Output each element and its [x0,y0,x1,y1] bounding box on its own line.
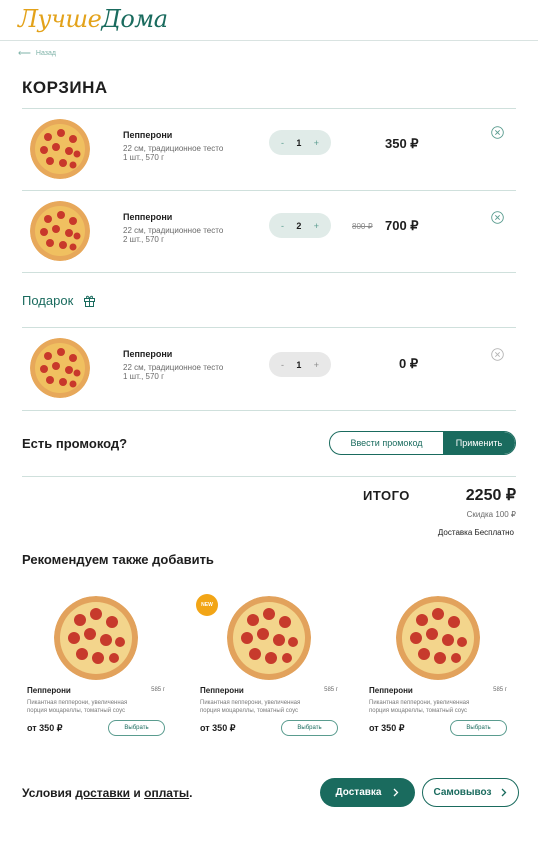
product-name: Пепперони [200,686,244,695]
divider [22,410,516,411]
item-price: 700 ₽ [385,218,419,233]
decrease-button[interactable]: - [281,360,284,370]
pizza-image [30,338,90,398]
decrease-button[interactable]: - [281,138,284,148]
item-meta: 2 шт., 570 г [123,235,165,244]
chevron-right-icon [502,788,507,797]
choose-button[interactable]: Выбрать [108,720,165,736]
pizza-image [54,596,138,680]
gift-icon [84,295,96,307]
quantity-stepper: - 1 + [269,352,331,377]
item-meta: 1 шт., 570 г [123,153,165,162]
product-desc: Пикантная пепперони, увеличенная порция … [369,700,470,714]
product-name: Пепперони [27,686,71,695]
quantity-stepper: - 1 + [269,130,331,155]
total-label: ИТОГО [363,488,410,503]
logo-part2: Дома [101,5,168,33]
back-link[interactable]: ⟵ Назад [18,48,56,59]
pickup-button-label: Самовывоз [433,787,492,798]
item-name: Пепперони [123,349,173,359]
quantity-value: 1 [296,359,302,370]
product-desc: Пикантная пепперони, увеличенная порция … [200,700,301,714]
delivery-button-label: Доставка [335,787,382,798]
increase-button[interactable]: + [314,360,319,370]
item-price: 0 ₽ [399,356,419,371]
pizza-image [396,596,480,680]
close-circle-icon[interactable] [491,211,504,224]
product-card: Пепперони 585 г Пикантная пепперони, уве… [27,590,177,740]
cart-item: Пепперони 22 см, традиционное тесто 1 шт… [22,108,516,190]
close-circle-icon[interactable] [491,348,504,361]
product-desc: Пикантная пепперони, увеличенная порция … [27,700,128,714]
pizza-image [30,119,90,179]
logo-part1: Лучше [18,5,102,33]
delivery-button[interactable]: Доставка [320,778,415,807]
increase-button[interactable]: + [314,221,319,231]
logo[interactable]: ЛучшеДома [18,5,168,33]
item-name: Пепперони [123,212,173,222]
decrease-button[interactable]: - [281,221,284,231]
product-price: от 350 ₽ [200,723,236,733]
payment-terms-link[interactable]: оплаты [144,786,189,800]
product-weight: 585 г [324,687,338,693]
terms-suffix: . [189,786,193,800]
cart-item: Пепперони 22 см, традиционное тесто 2 шт… [22,191,516,273]
close-circle-icon[interactable] [491,126,504,139]
product-name: Пепперони [369,686,413,695]
increase-button[interactable]: + [314,138,319,148]
product-card: NEW Пепперони 585 г Пикантная пепперони,… [196,590,350,740]
gift-section-title: Подарок [22,293,96,308]
pizza-image [30,201,90,261]
item-old-price: 800 ₽ [352,222,373,231]
chevron-right-icon [394,788,399,797]
new-badge: NEW [196,594,218,616]
pizza-image [227,596,311,680]
quantity-value: 2 [296,220,302,231]
arrow-left-icon: ⟵ [18,48,31,58]
page-title: КОРЗИНА [22,78,108,97]
item-meta: 1 шт., 570 г [123,372,165,381]
choose-button[interactable]: Выбрать [450,720,507,736]
choose-button[interactable]: Выбрать [281,720,338,736]
promo-form: Ввести промокод Применить [329,431,516,455]
promo-question: Есть промокод? [22,436,128,451]
back-label: Назад [35,50,56,57]
divider [22,272,516,273]
product-weight: 585 г [493,687,507,693]
item-price: 350 ₽ [385,136,419,151]
gift-label: Подарок [22,293,74,308]
discount-text: Скидка 100 ₽ [466,510,516,519]
product-card: Пепперони 585 г Пикантная пепперони, уве… [369,590,519,740]
terms-prefix: Условия [22,786,76,800]
pickup-button[interactable]: Самовывоз [422,778,519,807]
promo-input[interactable]: Ввести промокод [330,432,443,454]
delivery-terms-link[interactable]: доставки [75,786,130,800]
quantity-stepper: - 2 + [269,213,331,238]
gift-item: Пепперони 22 см, традиционное тесто 1 шт… [22,328,516,410]
site-header: ЛучшеДома [0,0,538,41]
divider [22,476,516,477]
product-weight: 585 г [151,687,165,693]
apply-promo-button[interactable]: Применить [443,432,515,454]
total-value: 2250 ₽ [465,487,516,504]
terms-text: Условия доставки и оплаты. [22,786,192,800]
product-price: от 350 ₽ [369,723,405,733]
recommend-title: Рекомендуем также добавить [22,552,214,567]
terms-and: и [130,786,145,800]
quantity-value: 1 [296,137,302,148]
item-name: Пепперони [123,130,173,140]
delivery-cost: Доставка Бесплатно [437,528,514,537]
product-price: от 350 ₽ [27,723,63,733]
